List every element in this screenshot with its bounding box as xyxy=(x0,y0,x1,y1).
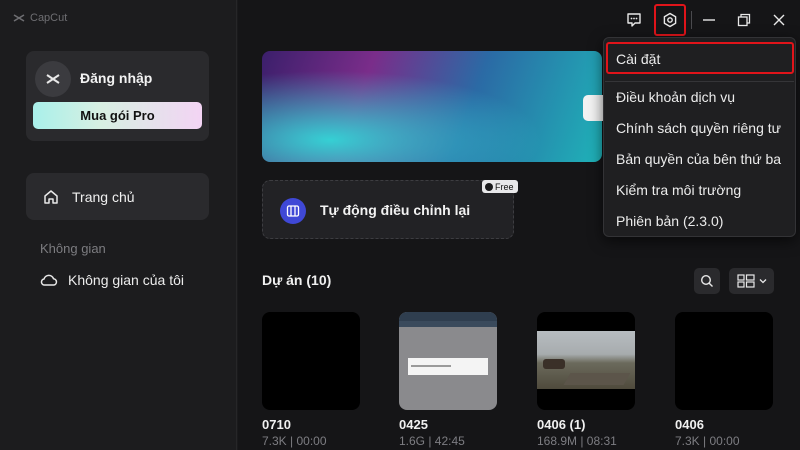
buy-pro-button[interactable]: Mua gói Pro xyxy=(33,102,202,129)
thumb-landscape-photo xyxy=(537,331,635,389)
menu-item-settings[interactable]: Cài đặt xyxy=(616,51,660,67)
sidebar-item-label: Trang chủ xyxy=(72,188,135,205)
minimize-icon xyxy=(703,19,715,21)
sidebar-item-my-space[interactable]: Không gian của tôi xyxy=(40,272,184,288)
app-name: CapCut xyxy=(30,12,68,24)
thumb-dialog-text xyxy=(411,365,451,367)
login-label[interactable]: Đăng nhập xyxy=(80,70,152,86)
menu-item-version[interactable]: Phiên bản (2.3.0) xyxy=(616,213,723,229)
menu-divider xyxy=(605,81,794,82)
settings-highlight-box xyxy=(654,4,686,36)
sidebar-item-label: Không gian của tôi xyxy=(68,272,184,288)
project-card[interactable]: 0406 7.3K | 00:00 xyxy=(675,312,773,448)
project-thumbnail[interactable] xyxy=(399,312,497,410)
thumb-window-toolbar xyxy=(399,321,497,327)
login-card: Đăng nhập Mua gói Pro xyxy=(26,51,209,141)
project-card[interactable]: 0710 7.3K | 00:00 xyxy=(262,312,360,448)
project-name: 0425 xyxy=(399,417,428,432)
project-thumbnail[interactable] xyxy=(675,312,773,410)
projects-title: Dự án (10) xyxy=(262,272,332,288)
minimize-button[interactable] xyxy=(698,9,720,31)
capcut-avatar-icon xyxy=(46,74,60,84)
promo-banner[interactable] xyxy=(262,51,602,162)
project-name: 0406 (1) xyxy=(537,417,586,432)
capcut-logo-icon xyxy=(13,14,25,22)
close-button[interactable] xyxy=(768,9,790,31)
free-badge: Free xyxy=(482,180,518,193)
project-thumbnail[interactable] xyxy=(262,312,360,410)
thumb-vehicle xyxy=(543,359,565,369)
sidebar: CapCut Đăng nhập Mua gói Pro Trang chủ K… xyxy=(0,0,237,450)
sidebar-item-home[interactable]: Trang chủ xyxy=(26,173,209,220)
project-meta: 1.6G | 42:45 xyxy=(399,434,465,448)
section-label: Không gian xyxy=(40,241,106,256)
titlebar-divider xyxy=(691,11,692,29)
cloud-icon xyxy=(40,274,58,286)
free-badge-label: Free xyxy=(495,181,514,192)
thumb-track xyxy=(563,373,631,385)
project-meta: 7.3K | 00:00 xyxy=(262,434,327,448)
project-name: 0710 xyxy=(262,417,291,432)
banner-create-button[interactable] xyxy=(583,95,603,121)
settings-dropdown-menu: Cài đặt Điều khoản dịch vụ Chính sách qu… xyxy=(603,37,796,237)
grid-view-icon xyxy=(736,274,755,288)
reframe-icon-wrap xyxy=(280,198,306,224)
close-icon xyxy=(773,14,785,26)
project-meta: 7.3K | 00:00 xyxy=(675,434,740,448)
feedback-button[interactable] xyxy=(623,9,645,31)
project-card[interactable]: 0406 (1) 168.9M | 08:31 xyxy=(537,312,635,448)
search-button[interactable] xyxy=(694,268,720,294)
auto-reframe-label: Tự động điều chỉnh lại xyxy=(320,202,471,218)
reframe-icon xyxy=(286,205,300,217)
restore-icon xyxy=(737,13,751,27)
project-thumbnail[interactable] xyxy=(537,312,635,410)
search-icon xyxy=(700,274,713,287)
app-logo: CapCut xyxy=(12,11,67,25)
project-name: 0406 xyxy=(675,417,704,432)
restore-button[interactable] xyxy=(733,9,755,31)
free-dot-icon xyxy=(485,182,493,191)
chevron-down-icon xyxy=(759,279,766,284)
menu-item-privacy[interactable]: Chính sách quyền riêng tư xyxy=(616,120,781,136)
project-card[interactable]: 0425 1.6G | 42:45 xyxy=(399,312,497,448)
thumb-window-bar xyxy=(399,312,497,321)
view-toggle-button[interactable] xyxy=(729,268,774,294)
menu-item-environment-check[interactable]: Kiểm tra môi trường xyxy=(616,182,741,198)
menu-item-third-party-copyright[interactable]: Bản quyền của bên thứ ba xyxy=(616,151,781,167)
menu-item-terms[interactable]: Điều khoản dịch vụ xyxy=(616,89,735,105)
avatar[interactable] xyxy=(35,61,71,97)
home-icon xyxy=(44,189,58,204)
feedback-icon xyxy=(627,13,641,27)
project-meta: 168.9M | 08:31 xyxy=(537,434,617,448)
auto-reframe-card[interactable]: Tự động điều chỉnh lại Free xyxy=(262,180,518,239)
